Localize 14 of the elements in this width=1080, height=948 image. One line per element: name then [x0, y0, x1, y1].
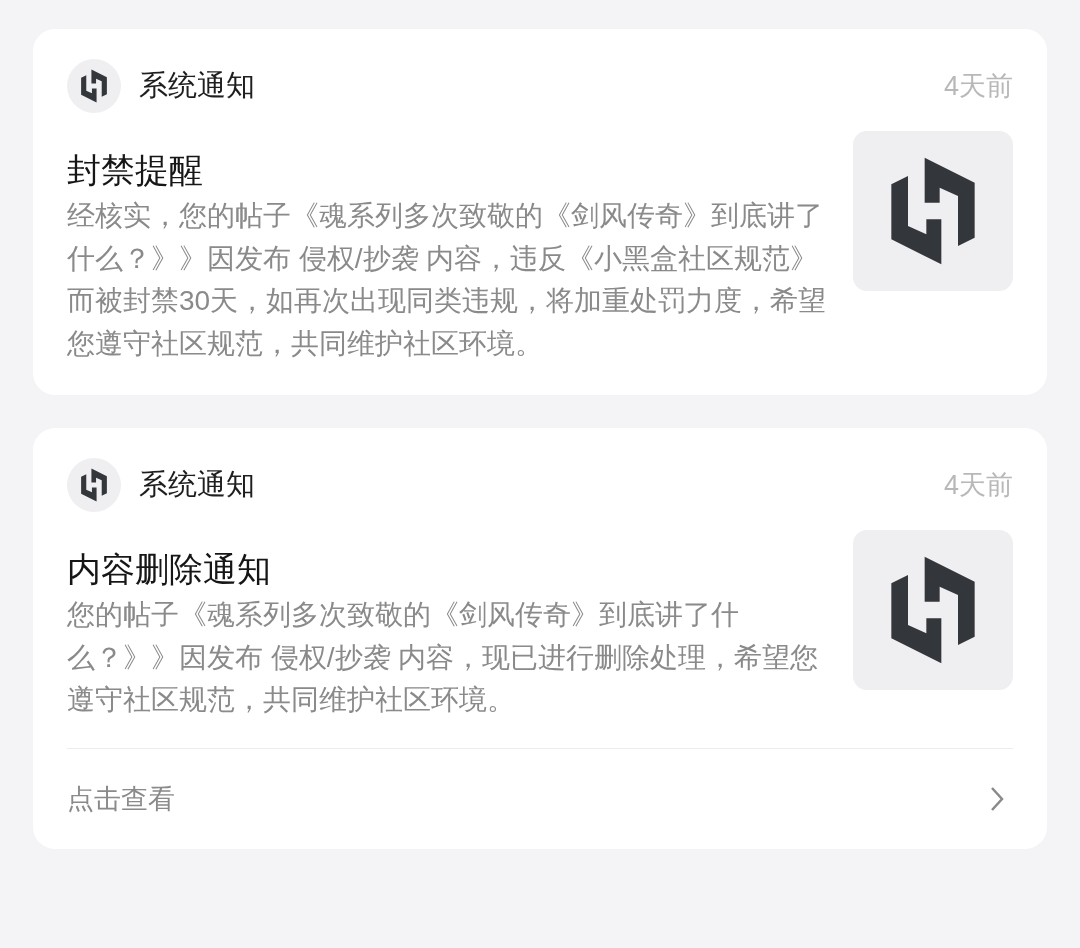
logo-icon	[889, 156, 977, 266]
notification-title: 内容删除通知	[67, 549, 272, 590]
notification-card[interactable]: 系统通知 4天前 内容删除通知 您的帖子《魂系列多次致敬的《剑风传奇》到底讲了什么？》》因发布 侵权/抄袭 内容，现已进行删除处理，希望您遵守社区规范，共同维护社区环境。 点击查看	[33, 428, 1047, 849]
sender-name: 系统通知	[139, 467, 255, 503]
notification-title: 封禁提醒	[67, 150, 204, 191]
logo-icon	[80, 69, 108, 103]
timestamp: 4天前	[943, 69, 1013, 103]
notification-body: 您的帖子《魂系列多次致敬的《剑风传奇》到底讲了什么？》》因发布 侵权/抄袭 内容，现已进行删除处理，希望您遵守社区规范，共同维护社区环境。	[67, 598, 820, 717]
logo-icon	[889, 555, 977, 665]
logo-icon	[80, 468, 108, 502]
timestamp: 4天前	[943, 468, 1013, 502]
sender-name: 系统通知	[139, 68, 255, 104]
notification-card[interactable]: 系统通知 4天前 封禁提醒 经核实，您的帖子《魂系列多次致敬的《剑风传奇》到底讲了什么？》》因发布 侵权/抄袭 内容，违反《小黑盒社区规范》而被封禁30天，如再次出现同类违规，将加重处罚力度，希望您遵守社区规范，共同维护社区环境。	[33, 29, 1047, 395]
notification-body: 经核实，您的帖子《魂系列多次致敬的《剑风传奇》到底讲了什么？》》因发布 侵权/抄袭 内容，违反《小黑盒社区规范》而被封禁30天，如再次出现同类违规，将加重处罚力度，希望您遵守社区规范，共同维护社区环境。	[67, 199, 827, 361]
